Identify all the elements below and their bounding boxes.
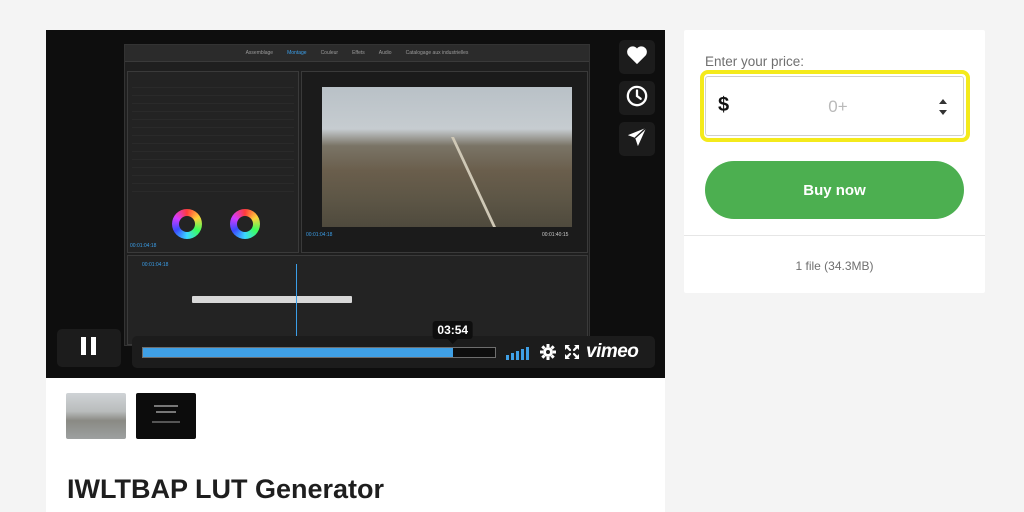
watch-later-button[interactable]	[619, 81, 655, 115]
progress-bar[interactable]: 03:54	[142, 321, 496, 358]
paper-plane-icon	[626, 126, 648, 153]
thumbnail-dark-title[interactable]	[136, 393, 196, 439]
like-button[interactable]	[619, 40, 655, 74]
price-field[interactable]: $	[705, 76, 964, 136]
editor-tab: Couleur	[320, 50, 339, 56]
program-monitor: 00:01:04:18 00:01:40:15	[301, 71, 588, 253]
price-input[interactable]	[746, 91, 930, 123]
color-wheel	[230, 209, 260, 239]
timeline-playhead	[296, 264, 297, 342]
color-wheel	[172, 209, 202, 239]
price-stepper[interactable]	[939, 97, 947, 117]
editor-tab: Catalogage aux industrielles	[405, 50, 469, 56]
divider	[684, 235, 985, 236]
vimeo-logo[interactable]: vimeo	[586, 341, 639, 363]
file-info: 1 file (34.3MB)	[795, 259, 874, 273]
pause-icon	[80, 336, 98, 360]
editor-menubar: Assemblage Montage Couleur Effets Audio …	[125, 45, 589, 62]
program-timecode: 00:01:04:18	[306, 232, 333, 238]
effect-controls-panel: 00:01:04:18	[127, 71, 299, 253]
product-title: IWLTBAP LUT Generator	[67, 474, 385, 504]
source-timecode: 00:01:04:18	[130, 243, 157, 249]
share-button[interactable]	[619, 122, 655, 156]
player-control-bar: 03:54 vimeo	[132, 321, 655, 368]
fullscreen-icon[interactable]	[564, 344, 580, 365]
timeline-clip	[192, 296, 352, 303]
settings-gear-icon[interactable]	[540, 344, 556, 365]
heart-icon	[626, 45, 648, 70]
pause-button[interactable]	[57, 329, 121, 367]
aerial-footage	[322, 87, 572, 227]
currency-symbol: $	[718, 94, 730, 116]
progress-fill	[143, 348, 453, 357]
purchase-card: Enter your price: $ Buy now 1 file (34.3…	[684, 30, 985, 293]
price-label: Enter your price:	[705, 54, 805, 69]
video-player[interactable]: Assemblage Montage Couleur Effets Audio …	[46, 30, 665, 378]
time-tooltip: 03:54	[432, 321, 474, 339]
video-frame: Assemblage Montage Couleur Effets Audio …	[124, 44, 590, 346]
thumbnail-aerial-view[interactable]	[66, 393, 126, 439]
editor-tab: Effets	[352, 50, 365, 56]
timeline-panel: 00:01:04:18	[127, 255, 588, 345]
clock-icon	[626, 85, 648, 112]
timeline-timecode: 00:01:04:18	[142, 262, 169, 268]
editor-tab-active: Montage	[287, 50, 307, 56]
editor-tab: Audio	[378, 50, 392, 56]
editor-tab: Assemblage	[245, 50, 274, 56]
volume-control[interactable]	[506, 344, 529, 360]
program-duration: 00:01:40:15	[542, 232, 569, 238]
buy-now-button[interactable]: Buy now	[705, 161, 964, 219]
media-card: Assemblage Montage Couleur Effets Audio …	[46, 30, 665, 512]
